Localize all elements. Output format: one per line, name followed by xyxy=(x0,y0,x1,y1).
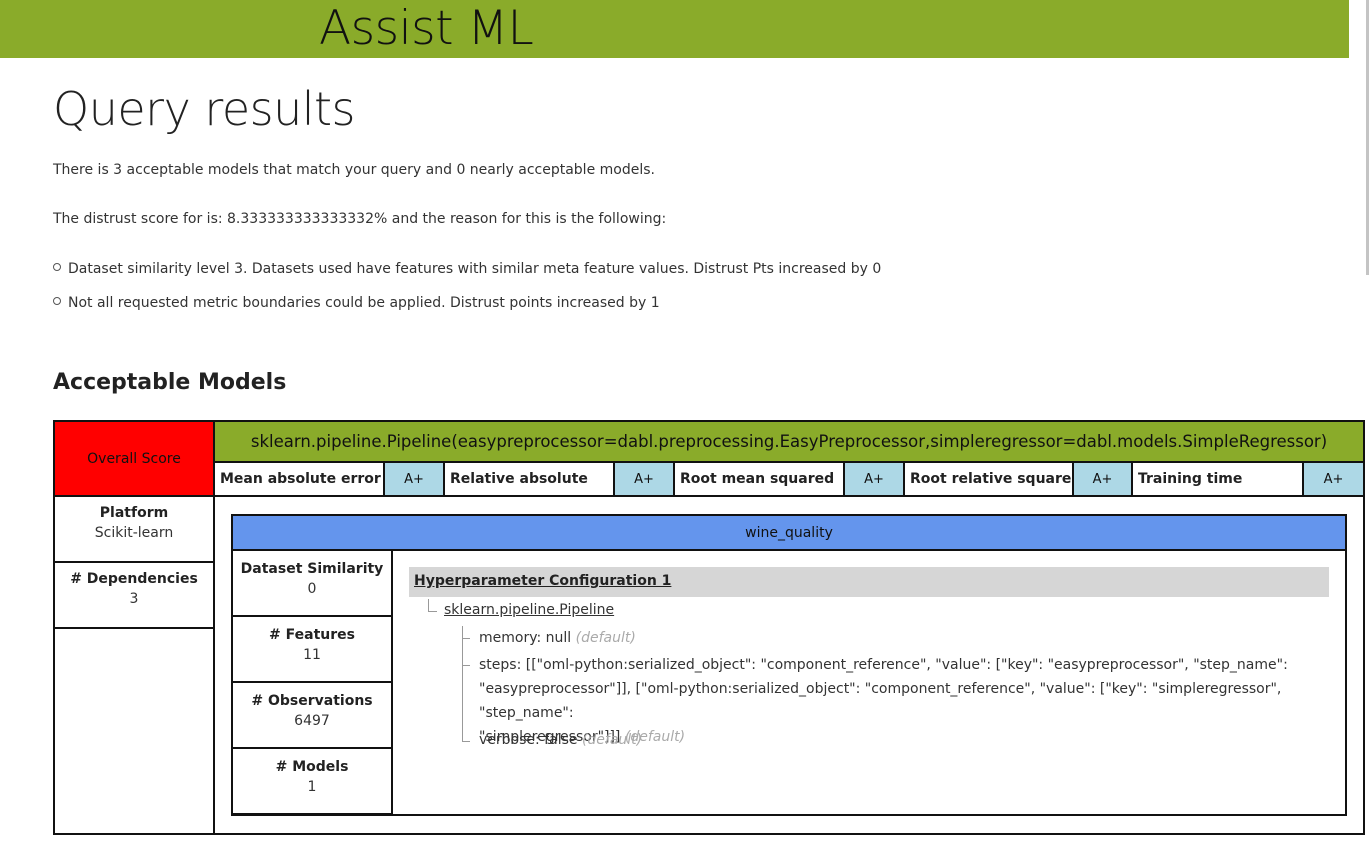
observations-value: 6497 xyxy=(294,713,330,729)
pipeline-tree-link[interactable]: sklearn.pipeline.Pipeline xyxy=(444,602,614,618)
metric-label: Mean absolute error xyxy=(213,461,385,497)
metric-grade: A+ xyxy=(383,461,445,497)
reason-item: Dataset similarity level 3. Datasets use… xyxy=(53,259,881,279)
dependencies-label: # Dependencies xyxy=(70,571,198,587)
bullet-icon xyxy=(53,297,61,305)
metric-label: Training time xyxy=(1131,461,1304,497)
top-bar: Assist ML xyxy=(0,0,1349,58)
metric-grade: A+ xyxy=(843,461,905,497)
page-title: Query results xyxy=(53,82,356,136)
pipeline-name: sklearn.pipeline.Pipeline(easypreprocess… xyxy=(213,420,1365,463)
observations-label: # Observations xyxy=(251,693,373,709)
reason-text: Dataset similarity level 3. Datasets use… xyxy=(68,261,882,277)
features-value: 11 xyxy=(303,647,321,663)
dependencies-value: 3 xyxy=(129,591,139,607)
param-text: memory: null xyxy=(479,630,572,646)
dependencies-cell: # Dependencies 3 xyxy=(53,561,215,629)
overall-score-cell: Overall Score xyxy=(53,420,215,497)
metric-grade: A+ xyxy=(1302,461,1365,497)
default-tag: (default) xyxy=(581,732,643,748)
param-memory: memory: null (default) xyxy=(479,626,636,650)
dataset-similarity-value: 0 xyxy=(307,581,317,597)
metric-grade: A+ xyxy=(613,461,675,497)
results-summary: There is 3 acceptable models that match … xyxy=(53,162,655,178)
section-heading-acceptable-models: Acceptable Models xyxy=(53,370,287,395)
dataset-name: wine_quality xyxy=(231,514,1347,551)
tree-connector xyxy=(462,665,470,666)
param-text: steps: [["oml-python:serialized_object":… xyxy=(479,657,1288,673)
dataset-similarity-label: Dataset Similarity xyxy=(240,561,384,577)
reason-text: Not all requested metric boundaries coul… xyxy=(68,295,660,311)
hyperparameter-config-link[interactable]: Hyperparameter Configuration 1 xyxy=(414,573,671,589)
platform-value: Scikit-learn xyxy=(94,525,174,541)
tree-connector xyxy=(462,741,470,742)
features-cell: # Features 11 xyxy=(231,615,393,683)
hyperparameter-config-header: Hyperparameter Configuration 1 xyxy=(409,567,1329,597)
param-text: "easypreprocessor"]], ["oml-python:seria… xyxy=(479,681,1282,721)
app-title: Assist ML xyxy=(319,1,534,56)
metric-label: Root mean squared xyxy=(673,461,845,497)
metric-label: Relative absolute xyxy=(443,461,615,497)
models-label: # Models xyxy=(275,759,349,775)
models-value: 1 xyxy=(307,779,317,795)
platform-label: Platform xyxy=(99,505,169,521)
param-verbose: verbose: false (default) xyxy=(479,728,642,752)
distrust-score-text: The distrust score for is: 8.33333333333… xyxy=(53,211,667,227)
metric-grade: A+ xyxy=(1072,461,1133,497)
dataset-similarity-cell: Dataset Similarity 0 xyxy=(231,549,393,617)
observations-cell: # Observations 6497 xyxy=(231,681,393,749)
features-label: # Features xyxy=(269,627,355,643)
reason-item: Not all requested metric boundaries coul… xyxy=(53,293,660,313)
models-cell: # Models 1 xyxy=(231,747,393,815)
tree-connector xyxy=(428,599,437,612)
tree-connector xyxy=(462,626,463,742)
bullet-icon xyxy=(53,263,61,271)
param-text: verbose: false xyxy=(479,732,578,748)
platform-cell: Platform Scikit-learn xyxy=(53,495,215,563)
tree-connector xyxy=(462,638,470,639)
default-tag: (default) xyxy=(575,630,636,646)
metric-label: Root relative squared xyxy=(903,461,1081,497)
